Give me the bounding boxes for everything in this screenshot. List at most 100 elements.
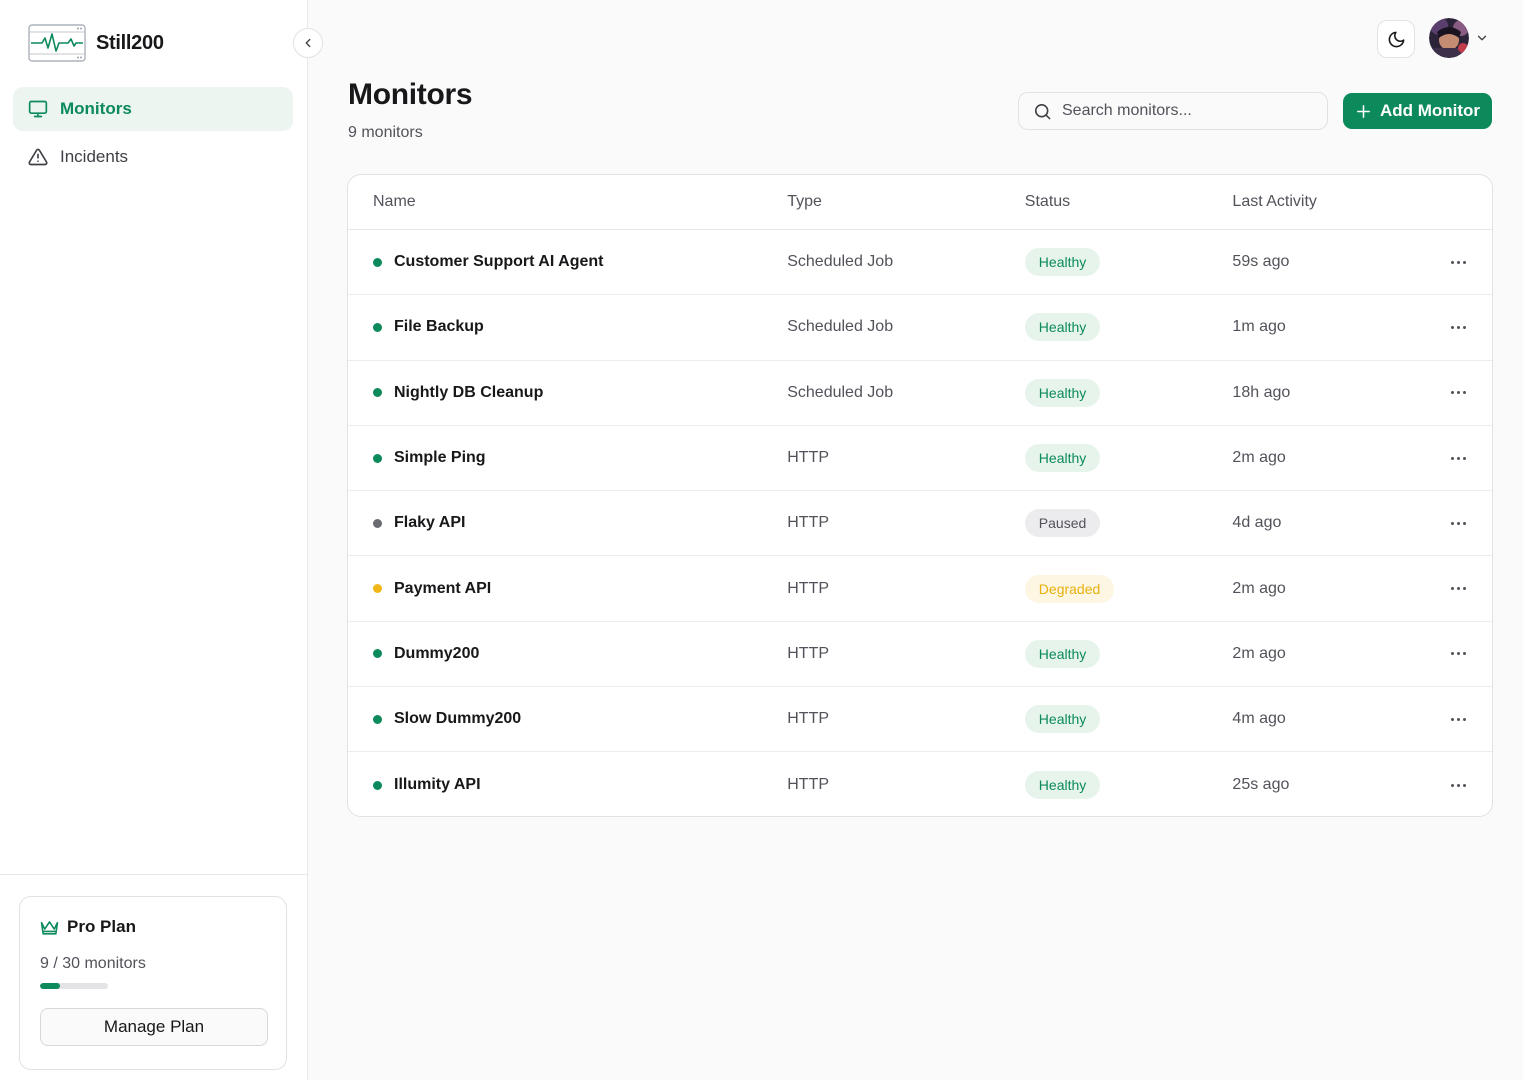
more-horizontal-icon[interactable] bbox=[1451, 644, 1466, 664]
row-actions bbox=[1432, 775, 1492, 795]
table-row[interactable]: Customer Support AI Agent Scheduled Job He… bbox=[348, 230, 1492, 296]
search-box[interactable] bbox=[1018, 92, 1328, 130]
sidebar: Still200 Monitors Incidents Pro Plan 9 /… bbox=[0, 0, 308, 1080]
search-input[interactable] bbox=[1062, 102, 1312, 120]
monitor-name-cell: Nightly DB Cleanup bbox=[348, 384, 787, 402]
monitor-name[interactable]: Dummy200 bbox=[394, 645, 479, 663]
more-horizontal-icon[interactable] bbox=[1451, 513, 1466, 533]
last-activity: 59s ago bbox=[1232, 253, 1290, 271]
monitors-table: Name Type Status Last Activity Customer … bbox=[347, 174, 1493, 817]
table-row[interactable]: Flaky API HTTP Paused 4d ago bbox=[348, 491, 1492, 557]
monitor-name-cell: Payment API bbox=[348, 580, 787, 598]
last-activity: 25s ago bbox=[1232, 776, 1290, 794]
page-title: Monitors bbox=[348, 78, 473, 111]
column-header-last-activity[interactable]: Last Activity bbox=[1232, 193, 1432, 211]
status-badge: Healthy bbox=[1024, 771, 1101, 800]
status-badge: Healthy bbox=[1024, 248, 1101, 277]
column-header-type[interactable]: Type bbox=[787, 193, 1025, 211]
column-header-name[interactable]: Name bbox=[348, 193, 787, 211]
monitor-status-cell: Healthy bbox=[1024, 705, 1233, 734]
monitor-name[interactable]: Flaky API bbox=[394, 514, 465, 532]
table-row[interactable]: Illumity API HTTP Healthy 25s ago bbox=[348, 752, 1492, 816]
account-menu[interactable] bbox=[1429, 18, 1489, 58]
status-dot bbox=[373, 584, 382, 594]
more-horizontal-icon[interactable] bbox=[1451, 448, 1466, 468]
more-horizontal-icon[interactable] bbox=[1451, 317, 1466, 337]
table-header: Name Type Status Last Activity bbox=[348, 175, 1492, 230]
crown-icon bbox=[40, 920, 59, 935]
table-row[interactable]: Simple Ping HTTP Healthy 2m ago bbox=[348, 426, 1492, 492]
status-dot bbox=[373, 388, 382, 398]
monitor-name[interactable]: Slow Dummy200 bbox=[394, 710, 521, 728]
status-dot bbox=[373, 649, 382, 659]
monitor-name-cell: File Backup bbox=[348, 318, 787, 336]
monitor-icon bbox=[28, 100, 48, 118]
monitor-type: HTTP bbox=[787, 644, 830, 662]
monitor-type: HTTP bbox=[787, 776, 830, 794]
row-actions bbox=[1432, 644, 1492, 664]
status-badge: Degraded bbox=[1024, 574, 1115, 603]
monitor-name[interactable]: Customer Support AI Agent bbox=[394, 253, 603, 271]
last-activity: 18h ago bbox=[1232, 383, 1291, 401]
sidebar-item-label: Monitors bbox=[60, 99, 132, 118]
table-row[interactable]: Dummy200 HTTP Healthy 2m ago bbox=[348, 622, 1492, 688]
status-dot bbox=[373, 453, 382, 463]
manage-plan-button[interactable]: Manage Plan bbox=[40, 1008, 268, 1046]
monitor-status-cell: Healthy bbox=[1024, 248, 1233, 277]
sidebar-divider bbox=[0, 874, 308, 875]
status-badge: Healthy bbox=[1024, 639, 1101, 668]
monitor-type: HTTP bbox=[787, 514, 830, 532]
more-horizontal-icon[interactable] bbox=[1451, 775, 1466, 795]
status-badge: Healthy bbox=[1024, 313, 1101, 342]
status-badge: Healthy bbox=[1024, 378, 1101, 407]
row-actions bbox=[1432, 383, 1492, 403]
brand-name: Still200 bbox=[96, 31, 164, 54]
last-activity: 2m ago bbox=[1232, 579, 1286, 597]
table-row[interactable]: Nightly DB Cleanup Scheduled Job Healthy 18… bbox=[348, 361, 1492, 426]
table-row[interactable]: Payment API HTTP Degraded 2m ago bbox=[348, 556, 1492, 622]
monitor-type: Scheduled Job bbox=[787, 383, 894, 401]
monitor-count: 9 monitors bbox=[348, 124, 423, 141]
status-dot bbox=[373, 780, 382, 790]
monitor-type: Scheduled Job bbox=[787, 318, 894, 336]
column-header-status[interactable]: Status bbox=[1025, 193, 1233, 211]
moon-icon bbox=[1388, 31, 1404, 47]
monitor-status-cell: Paused bbox=[1024, 509, 1233, 538]
row-actions bbox=[1432, 709, 1492, 729]
monitor-name[interactable]: Simple Ping bbox=[394, 449, 486, 467]
sidebar-item-incidents[interactable]: Incidents bbox=[13, 135, 293, 179]
status-dot bbox=[373, 257, 382, 267]
more-horizontal-icon[interactable] bbox=[1451, 252, 1466, 272]
table-row[interactable]: Slow Dummy200 HTTP Healthy 4m ago bbox=[348, 687, 1492, 753]
monitor-name[interactable]: File Backup bbox=[394, 318, 484, 336]
theme-toggle-button[interactable] bbox=[1377, 20, 1415, 58]
status-badge: Healthy bbox=[1024, 705, 1101, 734]
monitor-status-cell: Healthy bbox=[1024, 444, 1233, 473]
table-body: Customer Support AI Agent Scheduled Job He… bbox=[348, 230, 1492, 816]
chevron-left-icon bbox=[305, 38, 311, 48]
table-row[interactable]: File Backup Scheduled Job Healthy 1m ago bbox=[348, 295, 1492, 361]
search-icon bbox=[1034, 103, 1051, 119]
add-monitor-button[interactable]: Add Monitor bbox=[1343, 93, 1492, 129]
monitor-name-cell: Slow Dummy200 bbox=[348, 710, 787, 728]
sidebar-item-label: Incidents bbox=[60, 147, 129, 166]
last-activity: 4m ago bbox=[1232, 710, 1286, 728]
status-badge: Healthy bbox=[1024, 444, 1101, 473]
monitor-name[interactable]: Illumity API bbox=[394, 776, 481, 794]
more-horizontal-icon[interactable] bbox=[1451, 579, 1466, 599]
monitor-name[interactable]: Payment API bbox=[394, 580, 491, 598]
collapse-sidebar-button[interactable] bbox=[293, 28, 323, 58]
last-activity: 4d ago bbox=[1232, 514, 1282, 532]
row-actions bbox=[1432, 513, 1492, 533]
more-horizontal-icon[interactable] bbox=[1451, 709, 1466, 729]
monitor-status-cell: Healthy bbox=[1024, 378, 1233, 407]
more-horizontal-icon[interactable] bbox=[1451, 383, 1466, 403]
status-badge: Paused bbox=[1024, 509, 1101, 538]
avatar bbox=[1429, 18, 1469, 58]
plan-card: Pro Plan 9 / 30 monitors Manage Plan bbox=[19, 896, 287, 1070]
brand[interactable]: Still200 bbox=[28, 24, 164, 62]
monitor-type: HTTP bbox=[787, 579, 830, 597]
last-activity: 2m ago bbox=[1232, 449, 1286, 467]
monitor-name[interactable]: Nightly DB Cleanup bbox=[394, 384, 543, 402]
sidebar-item-monitors[interactable]: Monitors bbox=[13, 87, 293, 131]
